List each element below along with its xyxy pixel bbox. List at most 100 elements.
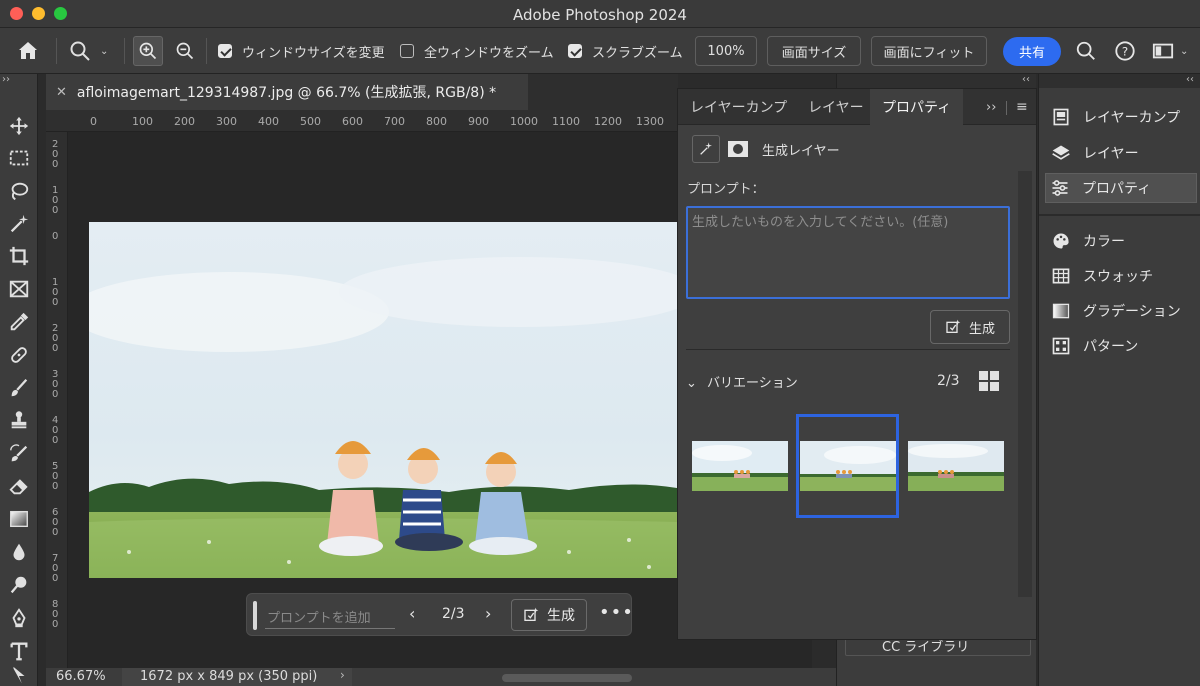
- variation-thumbnail-3[interactable]: [908, 441, 1004, 491]
- collapse-dock-icon[interactable]: ‹‹: [1022, 74, 1030, 85]
- window-title: Adobe Photoshop 2024: [513, 6, 687, 24]
- panel-tabs: レイヤーカンプ レイヤー プロパティ ›› ≡: [678, 89, 1036, 125]
- zoom-level[interactable]: 66.67%: [56, 669, 106, 684]
- ruler-tick-label: 1100: [552, 115, 580, 128]
- next-variation-button[interactable]: ›: [485, 604, 491, 623]
- doc-info-box[interactable]: 1672 px x 849 px (350 ppi): [122, 668, 352, 686]
- blur-tool[interactable]: [4, 538, 34, 566]
- panel-dock-collapsed: ‹‹ レイヤーカンプ レイヤー プロパティ カラー スウォッチ グラデーション: [1038, 74, 1200, 686]
- frame-tool[interactable]: [4, 275, 34, 303]
- crop-tool[interactable]: [4, 242, 34, 270]
- tab-layers[interactable]: レイヤー: [808, 89, 864, 125]
- lasso-tool[interactable]: [4, 177, 34, 205]
- ruler-tick-label: 300: [216, 115, 237, 128]
- pen-icon: [12, 608, 26, 628]
- zoom-out-button[interactable]: [175, 28, 195, 74]
- frame-icon: [9, 280, 29, 298]
- dock-layer-comps[interactable]: レイヤーカンプ: [1047, 102, 1197, 132]
- taskbar-prompt-input[interactable]: プロンプトを追加: [265, 603, 395, 629]
- divider: [124, 38, 125, 64]
- pen-tool[interactable]: [4, 604, 34, 632]
- prompt-textarea[interactable]: 生成したいものを入力してください。(任意): [686, 206, 1010, 299]
- checkbox-checked[interactable]: [218, 44, 232, 58]
- ruler-tick-label: 500: [52, 461, 59, 492]
- dock-item-label: カラー: [1083, 234, 1125, 250]
- panel-menu-icon[interactable]: ≡: [1016, 89, 1028, 125]
- path-selection-tool[interactable]: [4, 666, 34, 686]
- previous-variation-button[interactable]: ‹: [409, 604, 415, 623]
- drag-handle[interactable]: [253, 601, 257, 630]
- generative-layer-row: 生成レイヤー: [692, 135, 840, 163]
- ruler-tick-label: 400: [52, 415, 59, 446]
- generate-button[interactable]: 生成: [930, 310, 1010, 344]
- eyedropper-tool[interactable]: [4, 308, 34, 336]
- dock-item-label: スウォッチ: [1083, 269, 1153, 285]
- home-button[interactable]: [16, 28, 40, 74]
- move-tool[interactable]: [4, 112, 34, 140]
- ruler-tick-label: 600: [342, 115, 363, 128]
- ruler-tick-label: 800: [52, 599, 59, 630]
- dock-layers[interactable]: レイヤー: [1047, 138, 1197, 168]
- tab-properties[interactable]: プロパティ: [870, 89, 964, 125]
- zoom-in-button[interactable]: [133, 36, 163, 66]
- collapse-dock-icon[interactable]: ‹‹: [1186, 74, 1194, 85]
- zoom-all-windows-checkbox[interactable]: 全ウィンドウをズーム: [400, 28, 554, 74]
- brush-tool[interactable]: [4, 374, 34, 402]
- panel-scrollbar[interactable]: [1018, 171, 1032, 597]
- section-divider: [686, 349, 1010, 350]
- dock-color[interactable]: カラー: [1047, 226, 1197, 256]
- zoom-tool-preset[interactable]: ⌄: [68, 28, 108, 74]
- generate-icon: [946, 319, 961, 333]
- gradient-tool[interactable]: [4, 505, 34, 533]
- workspace-button[interactable]: ⌄: [1152, 28, 1188, 74]
- variation-thumbnail-1[interactable]: [692, 441, 788, 491]
- checkbox-checked[interactable]: [568, 44, 582, 58]
- checkbox-unchecked[interactable]: [400, 44, 414, 58]
- lasso-icon: [11, 182, 29, 201]
- ruler-tick-label: 200: [174, 115, 195, 128]
- collapse-toolbar-icon[interactable]: ››: [2, 74, 10, 85]
- dock-swatches[interactable]: スウォッチ: [1047, 261, 1197, 291]
- eraser-tool[interactable]: [4, 472, 34, 500]
- dock-patterns[interactable]: パターン: [1047, 331, 1197, 361]
- resize-windows-checkbox[interactable]: ウィンドウサイズを変更: [218, 28, 385, 74]
- stamp-tool[interactable]: [4, 406, 34, 434]
- ruler-tick-label: 700: [52, 553, 59, 584]
- children-figures: [319, 441, 537, 556]
- help-button[interactable]: ?: [1114, 28, 1136, 74]
- zoom-all-label: 全ウィンドウをズーム: [424, 45, 554, 61]
- more-options-button[interactable]: •••: [599, 602, 634, 623]
- object-selection-tool[interactable]: [4, 210, 34, 238]
- zoom-out-icon: [176, 42, 194, 60]
- ruler-tick-label: 500: [300, 115, 321, 128]
- type-tool[interactable]: [4, 637, 34, 665]
- grid-view-icon[interactable]: [979, 371, 999, 391]
- more-tabs-icon[interactable]: ››: [986, 89, 996, 125]
- dodge-tool[interactable]: [4, 571, 34, 599]
- variations-header[interactable]: ⌄ バリエーション: [686, 372, 798, 391]
- dock-divider: [1039, 214, 1200, 216]
- marquee-tool[interactable]: [4, 144, 34, 172]
- dock-properties[interactable]: プロパティ: [1045, 173, 1197, 203]
- fill-screen-button[interactable]: 画面にフィット: [871, 36, 987, 66]
- document-image[interactable]: [89, 222, 677, 578]
- share-button[interactable]: 共有: [1003, 37, 1061, 66]
- ruler-tick-label: 1200: [594, 115, 622, 128]
- chevron-right-icon[interactable]: ›: [340, 668, 345, 682]
- healing-brush-tool[interactable]: [4, 341, 34, 369]
- zoom-100-button[interactable]: 100%: [695, 36, 757, 66]
- eyedropper-icon: [10, 312, 29, 331]
- arrow-icon: [13, 666, 25, 684]
- history-brush-tool[interactable]: [4, 440, 34, 468]
- dock-gradients[interactable]: グラデーション: [1047, 296, 1197, 326]
- scrubby-zoom-checkbox[interactable]: スクラブズーム: [568, 28, 683, 74]
- close-tab-icon[interactable]: ✕: [56, 85, 67, 100]
- selected-variation-highlight: [796, 414, 899, 518]
- tab-layer-comps[interactable]: レイヤーカンプ: [690, 89, 787, 125]
- fit-screen-button[interactable]: 画面サイズ: [767, 36, 861, 66]
- search-button[interactable]: [1075, 28, 1097, 74]
- document-tab[interactable]: ✕ afloimagemart_129314987.jpg @ 66.7% (生…: [46, 74, 528, 110]
- ruler-tick-label: 700: [384, 115, 405, 128]
- taskbar-generate-button[interactable]: 生成: [511, 599, 587, 631]
- horizontal-scrollbar[interactable]: [502, 674, 632, 682]
